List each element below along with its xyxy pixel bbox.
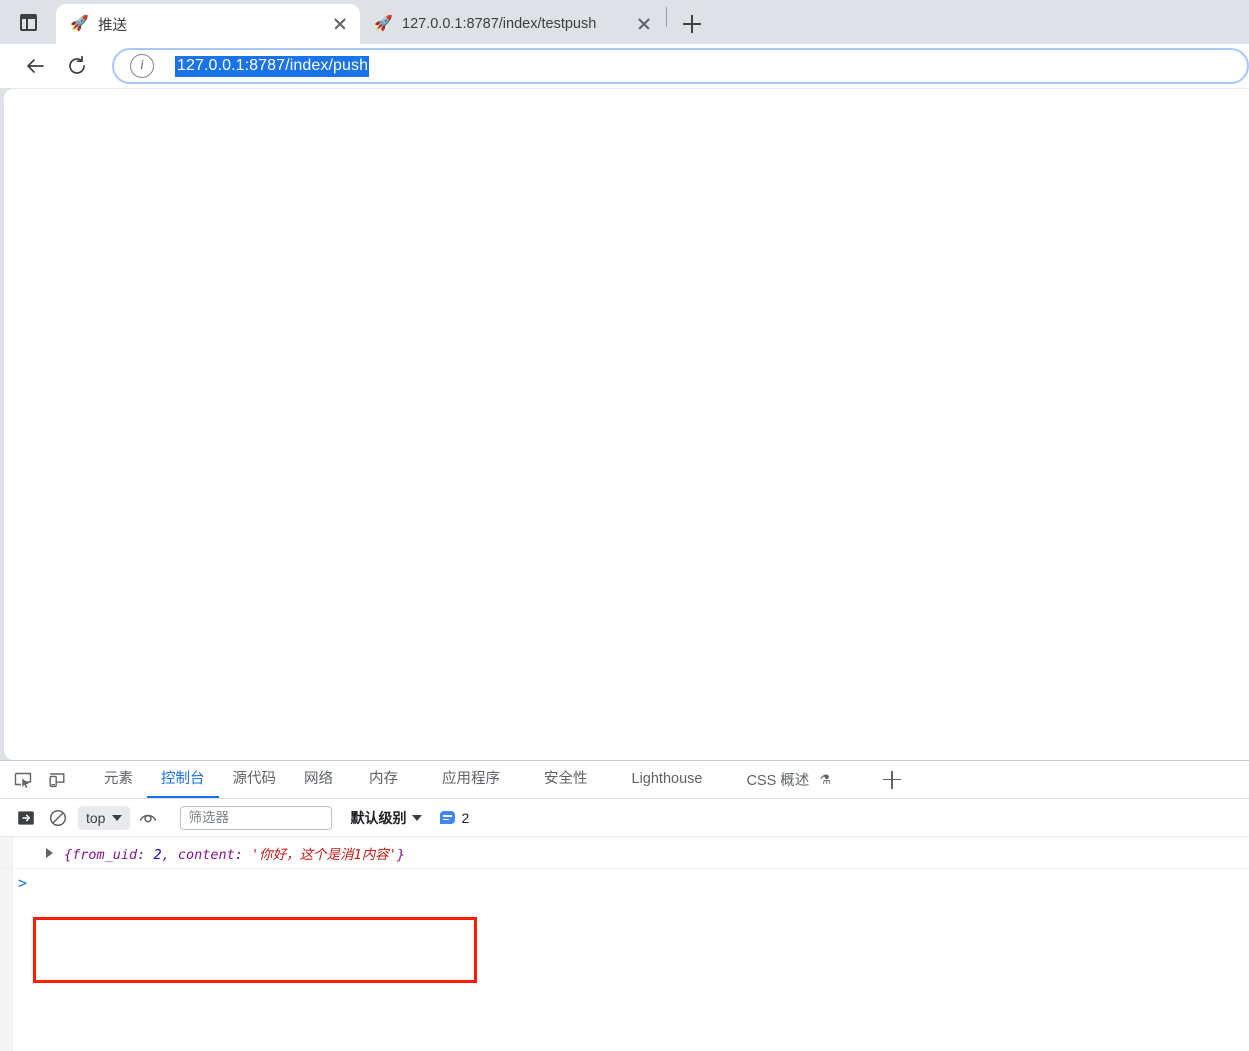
new-tab-button[interactable] xyxy=(675,7,709,41)
page-viewport xyxy=(4,88,1249,760)
reload-button[interactable] xyxy=(56,45,98,87)
console-filter-input[interactable] xyxy=(180,805,333,830)
live-expression-button[interactable] xyxy=(134,804,162,832)
close-icon[interactable] xyxy=(328,12,352,36)
reload-icon xyxy=(69,55,85,74)
clear-console-button[interactable] xyxy=(44,804,72,832)
devtools-tab-css-overview-label: CSS 概述 xyxy=(746,773,810,789)
inspect-element-icon xyxy=(14,772,32,788)
browser-tab-title: 127.0.0.1:8787/index/testpush xyxy=(402,16,597,32)
clear-console-icon xyxy=(49,809,67,826)
message-bubble-icon xyxy=(440,811,456,824)
console-message-list: {from_uid: 2, content: '你好，这个是消1内容'} > xyxy=(0,837,1249,1051)
object-key-from-uid: from_uid: xyxy=(72,846,146,863)
console-log-level-label: 默认级别 xyxy=(350,809,407,826)
object-key-content: content: xyxy=(177,846,243,863)
object-open-brace: { xyxy=(64,846,73,863)
devtools-tab-lighthouse[interactable]: Lighthouse xyxy=(610,761,725,798)
close-icon[interactable] xyxy=(632,12,656,36)
object-value-content: '你好，这个是消1内容' xyxy=(251,846,397,863)
console-sidebar-icon xyxy=(18,810,34,825)
object-value-from-uid: 2 xyxy=(153,846,162,863)
console-log-object: {from_uid: 2, content: '你好，这个是消1内容'} xyxy=(64,843,405,863)
object-close-brace: } xyxy=(396,846,406,863)
devtools-tab-memory[interactable]: 内存 xyxy=(347,761,420,798)
devtools-add-panel-button[interactable] xyxy=(877,765,907,795)
address-bar-url[interactable]: 127.0.0.1:8787/index/push xyxy=(175,55,370,77)
tab-search-button[interactable] xyxy=(0,0,56,44)
execution-context-label: top xyxy=(86,809,106,826)
chevron-down-icon xyxy=(112,814,123,821)
console-prompt[interactable]: > xyxy=(0,869,1249,897)
back-button[interactable] xyxy=(14,45,56,87)
console-prompt-caret-icon: > xyxy=(18,874,28,892)
device-toolbar-icon xyxy=(49,772,65,787)
devtools-tab-network[interactable]: 网络 xyxy=(290,761,347,798)
red-highlight-rectangle xyxy=(33,917,477,983)
browser-tab-title: 推送 xyxy=(98,17,127,34)
devtools-tab-security[interactable]: 安全性 xyxy=(522,761,610,798)
device-toolbar-button[interactable] xyxy=(42,765,72,795)
devtools-tab-bar: 元素 控制台 源代码 网络 内存 应用程序 安全性 Lighthouse CSS… xyxy=(0,761,1249,799)
tab-separator xyxy=(666,7,667,27)
console-sidebar-button[interactable] xyxy=(12,804,40,832)
tab-search-icon xyxy=(19,13,37,31)
console-toolbar: top 默认级别 2 xyxy=(0,799,1249,837)
rocket-favicon-icon: 🚀 xyxy=(70,15,89,32)
tab-strip: 🚀 推送 🚀 127.0.0.1:8787/index/testpush xyxy=(0,0,1249,44)
console-log-entry[interactable]: {from_uid: 2, content: '你好，这个是消1内容'} xyxy=(0,837,1249,869)
console-log-level-selector[interactable]: 默认级别 xyxy=(350,808,423,828)
console-message-badge[interactable]: 2 xyxy=(440,810,469,826)
devtools-tab-sources[interactable]: 源代码 xyxy=(219,761,291,798)
object-comma: , xyxy=(161,846,178,863)
browser-tab-push[interactable]: 🚀 推送 xyxy=(56,4,360,44)
experiment-flask-icon: ⚗ xyxy=(819,772,831,787)
back-arrow-icon xyxy=(27,59,44,73)
console-message-count: 2 xyxy=(461,809,470,826)
info-circle-icon[interactable]: i xyxy=(130,54,154,78)
execution-context-selector[interactable]: top xyxy=(78,805,131,830)
devtools-panel: 元素 控制台 源代码 网络 内存 应用程序 安全性 Lighthouse CSS… xyxy=(0,760,1249,1051)
address-bar[interactable]: i 127.0.0.1:8787/index/push xyxy=(112,48,1249,84)
rocket-favicon-icon: 🚀 xyxy=(374,15,393,32)
inspect-element-button[interactable] xyxy=(8,765,38,795)
browser-window: 🚀 推送 🚀 127.0.0.1:8787/index/testpush i 1… xyxy=(0,0,1249,1051)
chevron-down-icon xyxy=(412,814,423,821)
devtools-tab-css-overview[interactable]: CSS 概述 ⚗ xyxy=(724,761,853,798)
browser-toolbar: i 127.0.0.1:8787/index/push xyxy=(0,44,1249,88)
expand-triangle-icon[interactable] xyxy=(46,848,53,858)
devtools-tab-elements[interactable]: 元素 xyxy=(90,761,147,798)
devtools-tab-application[interactable]: 应用程序 xyxy=(420,761,522,798)
browser-tab-testpush[interactable]: 🚀 127.0.0.1:8787/index/testpush xyxy=(360,4,664,44)
devtools-tab-console[interactable]: 控制台 xyxy=(147,761,219,798)
live-expression-eye-icon xyxy=(140,814,157,822)
